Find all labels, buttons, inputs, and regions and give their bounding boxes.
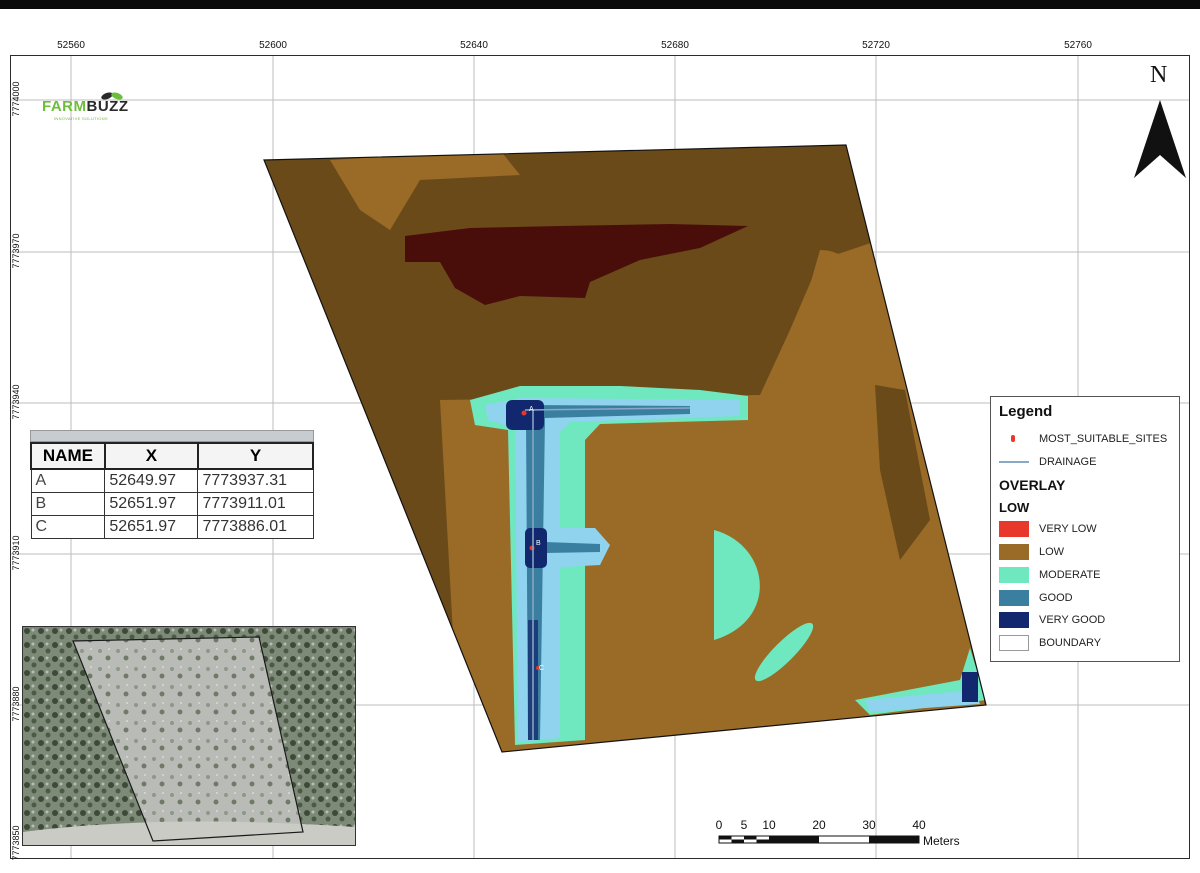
table-cell: C: [30, 515, 106, 539]
swatch-icon: [999, 544, 1029, 560]
y-tick-label: 7774000: [11, 81, 21, 117]
swatch-icon: [999, 635, 1029, 651]
table-header-bar: [30, 430, 314, 442]
drainage-line-icon: [999, 454, 1029, 470]
table-header: Y: [196, 442, 315, 470]
legend-title: Legend: [999, 403, 1053, 420]
table-cell: 52649.97: [104, 468, 199, 493]
table-cell: A: [30, 468, 106, 493]
table-cell: 52651.97: [104, 492, 199, 516]
table-cell: 52651.97: [104, 515, 199, 539]
legend-label: BOUNDARY: [1039, 637, 1102, 649]
legend-label: DRAINAGE: [1039, 456, 1097, 468]
scale-label: 10: [762, 818, 776, 832]
scale-label: 30: [862, 818, 876, 832]
table-cell: B: [30, 492, 106, 516]
legend-item-class: BOUNDARY: [999, 635, 1101, 651]
satellite-inset-map: [22, 626, 356, 846]
table-cell: 7773886.01: [197, 515, 314, 539]
y-tick-label: 7773970: [11, 233, 21, 269]
legend-item-class: VERY LOW: [999, 521, 1097, 537]
legend-item-class: GOOD: [999, 590, 1073, 606]
x-tick-label: 52640: [460, 40, 488, 51]
swatch-icon: [999, 590, 1029, 606]
scale-unit: Meters: [923, 834, 960, 848]
logo-farm-text: FARM: [42, 98, 87, 115]
scale-bar: 0 5 10 20 30 40 Meters: [716, 818, 976, 848]
table-cell: 7773911.01: [197, 492, 314, 516]
scale-label: 0: [715, 818, 723, 832]
scale-label: 40: [912, 818, 926, 832]
map-legend: Legend MOST_SUITABLE_SITES DRAINAGE OVER…: [990, 396, 1180, 662]
legend-item-sites: MOST_SUITABLE_SITES: [999, 431, 1167, 447]
x-tick-label: 52680: [661, 40, 689, 51]
legend-item-drainage: DRAINAGE: [999, 454, 1096, 470]
legend-label: GOOD: [1039, 592, 1073, 604]
y-tick-label: 7773910: [11, 535, 21, 571]
legend-item-class: VERY GOOD: [999, 612, 1105, 628]
legend-label: VERY GOOD: [1039, 614, 1106, 626]
table-header: NAME: [30, 442, 106, 470]
x-tick-label: 52560: [57, 40, 85, 51]
legend-label: LOW: [1039, 546, 1065, 558]
legend-label: VERY LOW: [1039, 523, 1097, 535]
logo-tagline: INNOVATIVE SOLUTIONS: [54, 116, 108, 121]
table-row: B 52651.97 7773911.01: [30, 492, 314, 516]
swatch-icon: [999, 612, 1029, 628]
x-tick-label: 52720: [862, 40, 890, 51]
north-indicator: N: [1130, 62, 1190, 182]
legend-item-class: MODERATE: [999, 567, 1101, 583]
scale-bar-graphic: [718, 835, 920, 844]
north-label: N: [1150, 62, 1168, 88]
leaf-icon: [101, 92, 123, 100]
farmbuzz-logo: FARMBUZZ INNOVATIVE SOLUTIONS: [40, 90, 150, 130]
legend-label: MOST_SUITABLE_SITES: [1039, 433, 1168, 445]
legend-overlay-subtitle: LOW: [999, 500, 1030, 515]
table-header: X: [103, 442, 199, 470]
scale-label: 5: [740, 818, 748, 832]
site-marker-icon: [999, 431, 1029, 447]
swatch-icon: [999, 521, 1029, 537]
y-tick-label: 7773850: [11, 825, 21, 861]
legend-overlay-title: OVERLAY: [999, 477, 1066, 493]
legend-item-class: LOW: [999, 544, 1064, 560]
scale-label: 20: [812, 818, 826, 832]
y-tick-label: 7773880: [11, 686, 21, 722]
swatch-icon: [999, 567, 1029, 583]
table-row: C 52651.97 7773886.01: [30, 515, 314, 539]
table-row: A 52649.97 7773937.31: [30, 468, 314, 493]
table-cell: 7773937.31: [197, 468, 314, 493]
site-coordinate-table: NAME X Y A 52649.97 7773937.31 B 52651.9…: [30, 430, 315, 539]
x-tick-label: 52600: [259, 40, 287, 51]
x-tick-label: 52760: [1064, 40, 1092, 51]
legend-label: MODERATE: [1039, 569, 1101, 581]
y-tick-label: 7773940: [11, 384, 21, 420]
